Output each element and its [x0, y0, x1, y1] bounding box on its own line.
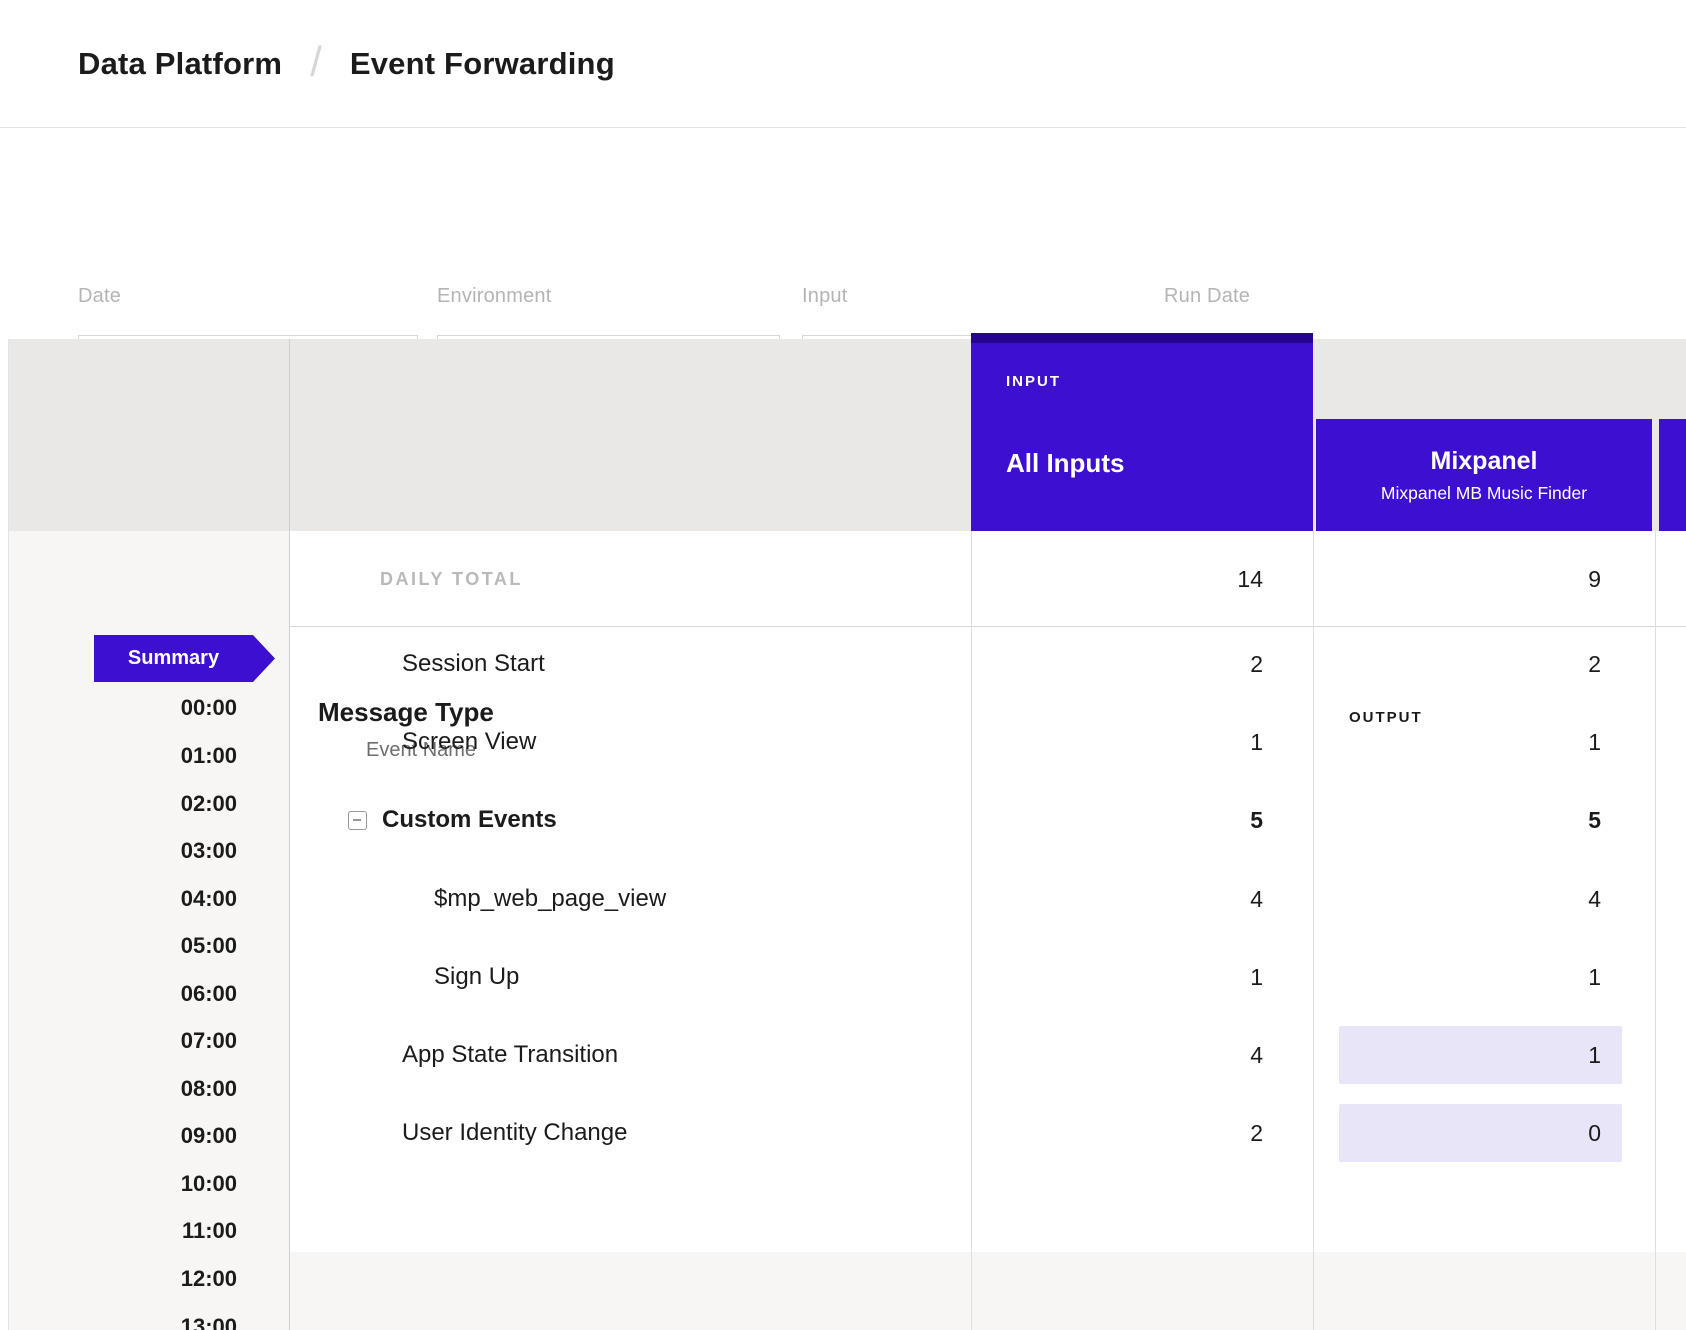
input-cell: 2: [971, 1094, 1263, 1172]
event-forwarding-page: Data Platform / Event Forwarding Date En…: [0, 0, 1686, 1330]
output-cell-highlighted: 1: [1339, 1026, 1622, 1084]
input-column-name: All Inputs: [1006, 448, 1124, 479]
input-cell: 2: [971, 625, 1263, 703]
input-section-label: INPUT: [1006, 373, 1061, 390]
left-gutter: [0, 339, 9, 1330]
table-row: $mp_web_page_view 4 4: [0, 860, 1686, 938]
input-cell: 4: [971, 860, 1263, 938]
output-column-subtitle: Mixpanel MB Music Finder: [1381, 483, 1587, 504]
column-divider: [289, 339, 290, 1330]
table-row: User Identity Change 2 0: [0, 1094, 1686, 1172]
run-date-label: Run Date: [1164, 285, 1250, 308]
column-divider: [1313, 531, 1314, 1330]
event-row-label: Session Start: [402, 625, 545, 703]
input-column-header[interactable]: INPUT All Inputs: [971, 333, 1313, 531]
environment-label: Environment: [437, 285, 551, 308]
hour-row-label[interactable]: 01:00: [0, 742, 237, 770]
daily-total-row: DAILY TOTAL 14 9: [289, 531, 1686, 627]
hour-row-label[interactable]: 02:00: [0, 790, 237, 818]
hour-row-label[interactable]: 13:00: [0, 1313, 237, 1330]
date-label: Date: [78, 285, 121, 308]
breadcrumb: Data Platform / Event Forwarding: [0, 0, 1686, 128]
output-column-name: Mixpanel: [1431, 447, 1538, 476]
input-cell: 1: [971, 703, 1263, 781]
input-cell: 4: [971, 1016, 1263, 1094]
event-row-label: Sign Up: [434, 938, 519, 1016]
summary-badge[interactable]: Summary: [94, 635, 275, 682]
output-cell: 2: [1339, 625, 1601, 703]
hour-row-label[interactable]: 07:00: [0, 1027, 237, 1055]
hour-row-label[interactable]: 09:00: [0, 1122, 237, 1150]
column-divider: [1655, 531, 1656, 1330]
output-cell: 1: [1339, 703, 1601, 781]
output-cell: 5: [1339, 781, 1601, 859]
output-cell: 4: [1339, 860, 1601, 938]
hour-row-label[interactable]: 12:00: [0, 1265, 237, 1293]
event-row-label: $mp_web_page_view: [434, 860, 666, 938]
output-column-header-next[interactable]: [1659, 419, 1686, 531]
page-title: Event Forwarding: [350, 46, 615, 82]
daily-total-output-value: 9: [1339, 531, 1601, 627]
hour-row-label[interactable]: 03:00: [0, 837, 237, 865]
hour-row-label[interactable]: 10:00: [0, 1170, 237, 1198]
hour-row-label[interactable]: 00:00: [0, 694, 237, 722]
output-cell-highlighted: 0: [1339, 1104, 1622, 1162]
breadcrumb-separator: /: [310, 38, 322, 86]
event-row-label: App State Transition: [402, 1016, 618, 1094]
event-row-label: Custom Events: [382, 781, 557, 859]
table-empty-area: [289, 1252, 1686, 1330]
breadcrumb-section[interactable]: Data Platform: [78, 46, 282, 82]
hour-row-label[interactable]: 04:00: [0, 885, 237, 913]
table-row: Sign Up 1 1: [0, 938, 1686, 1016]
hour-row-label[interactable]: 05:00: [0, 932, 237, 960]
input-label: Input: [802, 285, 847, 308]
collapse-icon[interactable]: [348, 811, 367, 830]
hour-row-label[interactable]: 06:00: [0, 980, 237, 1008]
daily-total-input-value: 14: [971, 531, 1263, 627]
table-row: Screen View 1 1: [0, 703, 1686, 781]
event-row-label: User Identity Change: [402, 1094, 627, 1172]
column-divider: [971, 531, 972, 1330]
hour-row-label[interactable]: 11:00: [0, 1217, 237, 1245]
table-row: App State Transition 4 1: [0, 1016, 1686, 1094]
hour-row-label[interactable]: 08:00: [0, 1075, 237, 1103]
event-row-label: Screen View: [402, 703, 536, 781]
filter-bar: Date Environment Input Run Date 08/08/20…: [0, 129, 1686, 339]
input-cell: 5: [971, 781, 1263, 859]
daily-total-label: DAILY TOTAL: [380, 531, 523, 627]
output-column-header-mixpanel[interactable]: Mixpanel Mixpanel MB Music Finder: [1316, 419, 1652, 531]
output-cell: 1: [1339, 938, 1601, 1016]
table-row: Custom Events 5 5: [0, 781, 1686, 859]
input-cell: 1: [971, 938, 1263, 1016]
